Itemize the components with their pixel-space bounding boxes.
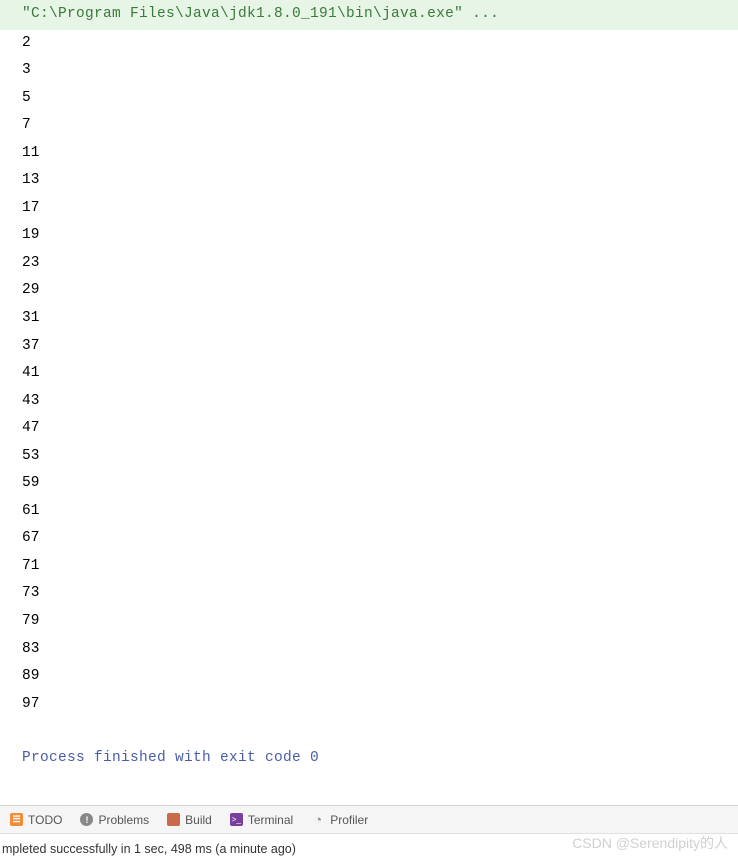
output-line[interactable]: 29 xyxy=(0,277,738,305)
output-line[interactable]: 19 xyxy=(0,222,738,250)
output-line[interactable]: 5 xyxy=(0,85,738,113)
terminal-icon: >_ xyxy=(230,813,243,826)
problems-icon: ! xyxy=(80,813,93,826)
output-line[interactable]: 89 xyxy=(0,663,738,691)
tab-todo-label: TODO xyxy=(28,813,62,827)
output-line[interactable]: 31 xyxy=(0,305,738,333)
empty-line xyxy=(0,718,738,745)
output-line[interactable]: 13 xyxy=(0,167,738,195)
console-output: "C:\Program Files\Java\jdk1.8.0_191\bin\… xyxy=(0,0,738,773)
tab-terminal[interactable]: >_ Terminal xyxy=(230,813,293,827)
output-line[interactable]: 43 xyxy=(0,388,738,416)
tab-terminal-label: Terminal xyxy=(248,813,293,827)
output-line[interactable]: 23 xyxy=(0,250,738,278)
output-line[interactable]: 37 xyxy=(0,333,738,361)
output-line[interactable]: 97 xyxy=(0,691,738,719)
todo-icon: ☰ xyxy=(10,813,23,826)
output-line[interactable]: 11 xyxy=(0,140,738,168)
output-line[interactable]: 3 xyxy=(0,57,738,85)
tab-profiler-label: Profiler xyxy=(330,813,368,827)
tab-build-label: Build xyxy=(185,813,212,827)
output-line[interactable]: 7 xyxy=(0,112,738,140)
profiler-icon: ◔ xyxy=(311,813,325,827)
tab-build[interactable]: Build xyxy=(167,813,212,827)
output-line[interactable]: 2 xyxy=(0,30,738,58)
exit-message: Process finished with exit code 0 xyxy=(0,745,738,773)
status-bar: mpleted successfully in 1 sec, 498 ms (a… xyxy=(0,833,738,863)
output-line[interactable]: 47 xyxy=(0,415,738,443)
command-line[interactable]: "C:\Program Files\Java\jdk1.8.0_191\bin\… xyxy=(0,0,738,30)
bottom-tabs: ☰ TODO ! Problems Build >_ Terminal ◔ Pr… xyxy=(0,805,738,833)
output-line[interactable]: 59 xyxy=(0,470,738,498)
output-line[interactable]: 83 xyxy=(0,636,738,664)
output-line[interactable]: 61 xyxy=(0,498,738,526)
output-line[interactable]: 41 xyxy=(0,360,738,388)
output-line[interactable]: 79 xyxy=(0,608,738,636)
tab-problems[interactable]: ! Problems xyxy=(80,813,149,827)
tab-todo[interactable]: ☰ TODO xyxy=(10,813,62,827)
output-line[interactable]: 53 xyxy=(0,443,738,471)
output-line[interactable]: 71 xyxy=(0,553,738,581)
output-line[interactable]: 17 xyxy=(0,195,738,223)
tab-profiler[interactable]: ◔ Profiler xyxy=(311,813,368,827)
output-line[interactable]: 73 xyxy=(0,580,738,608)
build-icon xyxy=(167,813,180,826)
tab-problems-label: Problems xyxy=(98,813,149,827)
output-line[interactable]: 67 xyxy=(0,525,738,553)
status-message: mpleted successfully in 1 sec, 498 ms (a… xyxy=(2,842,296,856)
